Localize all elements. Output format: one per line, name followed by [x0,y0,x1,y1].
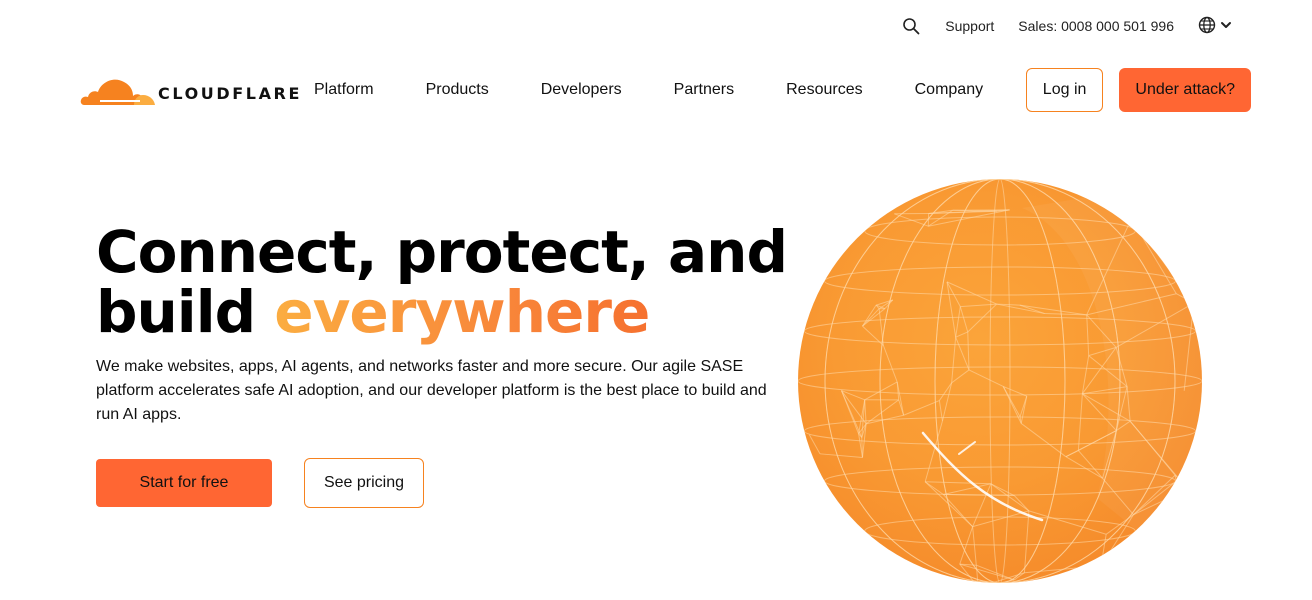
main-nav: CLOUDFLARE Platform Products Developers … [80,68,1251,112]
nav-links: Platform Products Developers Partners Re… [314,81,1026,99]
cloudflare-cloud-icon [80,79,155,105]
support-link[interactable]: Support [945,18,994,34]
nav-item-products[interactable]: Products [426,81,489,99]
hero-title-line2: build [96,278,275,346]
globe-graphic [798,179,1202,583]
hero-title: Connect, protect, and build everywhere [96,222,796,342]
language-selector[interactable] [1198,16,1232,37]
cloudflare-logo[interactable]: CLOUDFLARE [80,68,314,112]
nav-item-partners[interactable]: Partners [674,81,734,99]
nav-item-company[interactable]: Company [915,81,983,99]
chevron-down-icon [1220,18,1232,34]
see-pricing-button[interactable]: See pricing [304,458,424,508]
globe-illustration [797,178,1203,584]
sales-phone-link[interactable]: Sales: 0008 000 501 996 [1018,18,1174,34]
nav-actions: Log in Under attack? [1025,68,1251,112]
hero-title-line1: Connect, protect, and [96,218,788,286]
under-attack-button[interactable]: Under attack? [1119,68,1251,112]
nav-item-platform[interactable]: Platform [314,81,374,99]
utility-bar: Support Sales: 0008 000 501 996 [901,14,1232,38]
login-button[interactable]: Log in [1025,68,1104,112]
nav-item-developers[interactable]: Developers [541,81,622,99]
nav-item-resources[interactable]: Resources [786,81,862,99]
hero-buttons: Start for free See pricing [96,458,424,508]
hero-description: We make websites, apps, AI agents, and n… [96,358,767,423]
page: Support Sales: 0008 000 501 996 CLOUDFLA… [0,0,1312,600]
hero-title-accent: everywhere [274,278,650,346]
globe-icon [1198,16,1216,37]
start-for-free-button[interactable]: Start for free [96,459,272,507]
brand-wordmark: CLOUDFLARE [158,83,302,103]
search-icon[interactable] [901,16,921,36]
